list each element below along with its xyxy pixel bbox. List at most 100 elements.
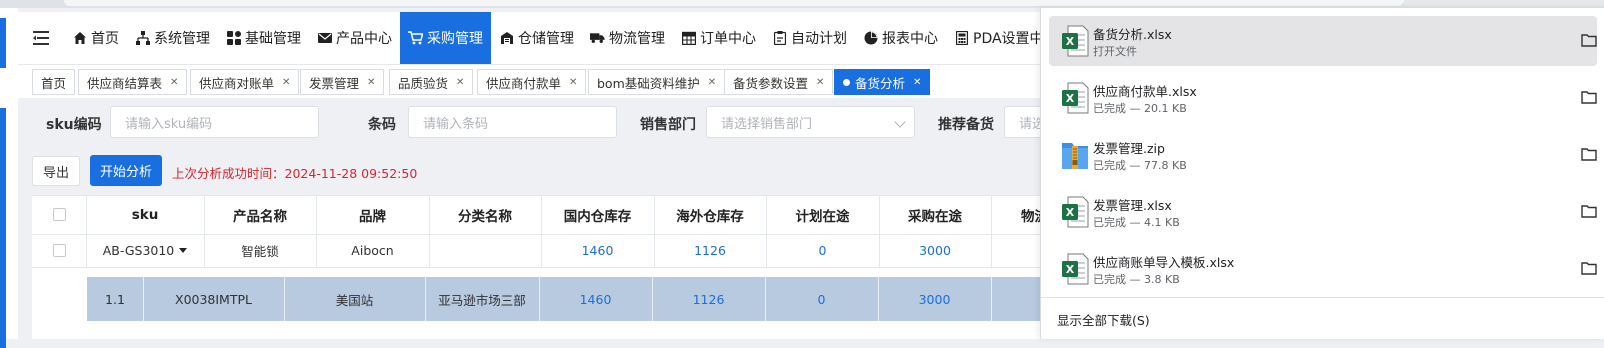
close-icon[interactable]: ✕: [456, 77, 464, 88]
download-name: 发票管理.zip: [1093, 141, 1165, 156]
nav-label: 订单中心: [700, 31, 756, 47]
close-icon[interactable]: ✕: [367, 77, 375, 88]
download-name: 发票管理.xlsx: [1093, 198, 1172, 213]
folder-icon[interactable]: [1581, 33, 1597, 47]
header-overseas-stock[interactable]: 海外仓库存: [654, 195, 766, 234]
browser-strip: [0, 0, 1604, 8]
nav-item-auto-plan[interactable]: 自动计划: [764, 12, 855, 64]
download-item[interactable]: 发票管理.zip 已完成 — 77.8 KB: [1049, 130, 1597, 180]
folder-icon[interactable]: [1581, 261, 1597, 275]
tab-supplier-payment[interactable]: 供应商付款单 ✕: [477, 69, 587, 95]
tab-stock-params[interactable]: 备货参数设置 ✕: [724, 69, 834, 95]
dept-select[interactable]: 请选择销售部门: [706, 106, 915, 138]
download-status: 打开文件: [1093, 45, 1137, 58]
svg-text:X: X: [1066, 35, 1075, 48]
tab-label: 备货分析: [855, 75, 906, 91]
tab-stock-analysis[interactable]: 备货分析 ✕: [834, 69, 931, 95]
row-planned-link[interactable]: 0: [766, 234, 879, 267]
subrow-dept: 亚马逊市场三部: [438, 292, 526, 308]
nav-label: 仓储管理: [518, 31, 574, 47]
row-category: [429, 234, 541, 267]
export-button[interactable]: 导出: [32, 156, 80, 186]
tab-supplier-settlement[interactable]: 供应商结算表 ✕: [78, 69, 188, 95]
row-overseas-stock-link[interactable]: 1126: [654, 234, 766, 267]
header-product-name[interactable]: 产品名称: [204, 195, 316, 234]
nav-item-basic[interactable]: 基础管理: [218, 12, 309, 64]
nav-label: 自动计划: [791, 31, 847, 47]
close-icon[interactable]: ✕: [708, 77, 716, 88]
header-domestic-stock[interactable]: 国内仓库存: [541, 195, 654, 234]
nav-label: 报表中心: [882, 31, 938, 47]
tab-invoice[interactable]: 发票管理 ✕: [300, 69, 385, 95]
download-status: 已完成 — 4.1 KB: [1093, 216, 1180, 229]
subrow-planned-link[interactable]: 0: [765, 277, 878, 321]
download-item[interactable]: X 发票管理.xlsx 已完成 — 4.1 KB: [1049, 187, 1597, 237]
subrow-domestic-link[interactable]: 1460: [539, 277, 652, 321]
tab-home[interactable]: 首页: [32, 69, 76, 95]
close-icon[interactable]: ✕: [282, 77, 290, 88]
row-product-name: 智能锁: [241, 244, 279, 259]
dept-placeholder: 请选择销售部门: [721, 116, 813, 132]
chevron-down-icon: [894, 116, 906, 128]
row-purchase-link[interactable]: 3000: [879, 234, 991, 267]
subrow-overseas-link[interactable]: 1126: [652, 277, 765, 321]
download-name: 备货分析.xlsx: [1093, 27, 1172, 42]
nav-item-reports[interactable]: 报表中心: [855, 12, 946, 64]
tab-quality[interactable]: 品质验货 ✕: [389, 69, 474, 95]
download-item[interactable]: X 备货分析.xlsx 打开文件: [1049, 16, 1597, 66]
row-sku[interactable]: AB-GS3010: [86, 234, 204, 267]
tab-bom[interactable]: bom基础资料维护 ✕: [588, 69, 726, 95]
mail-icon: [317, 31, 332, 46]
subrow-purchase-link[interactable]: 3000: [878, 277, 991, 321]
nav-item-home[interactable]: 首页: [64, 12, 127, 64]
tab-label: 供应商对账单: [199, 75, 275, 91]
nav-item-logistics[interactable]: 物流管理: [582, 12, 673, 64]
excel-file-icon: X: [1062, 82, 1089, 114]
tab-bar: 首页 供应商结算表 ✕ 供应商对账单 ✕ 发票管理 ✕ 品质验货 ✕ 供应商付款单 ✕ b…: [18, 64, 1068, 98]
folder-icon[interactable]: [1581, 147, 1597, 161]
header-category[interactable]: 分类名称: [429, 195, 541, 234]
download-item[interactable]: X 供应商账单导入模板.xlsx 已完成 — 3.8 KB: [1049, 244, 1597, 294]
truck-icon: [590, 31, 605, 46]
nav-item-orders[interactable]: 订单中心: [673, 12, 764, 64]
tab-supplier-statement[interactable]: 供应商对账单 ✕: [190, 69, 300, 95]
excel-file-icon: X: [1062, 196, 1089, 228]
header-planned-transit[interactable]: 计划在途: [766, 195, 879, 234]
close-icon[interactable]: ✕: [913, 77, 921, 88]
last-time-value: 2024-11-28 09:52:50: [284, 166, 418, 181]
close-icon[interactable]: ✕: [569, 77, 577, 88]
expanded-subrow: 1.1 X0038IMTPL 美国站 亚马逊市场三部 1460 1126 0 3…: [87, 277, 1068, 321]
header-brand[interactable]: 品牌: [316, 195, 429, 234]
subrow-code: X0038IMTPL: [175, 291, 252, 307]
download-item[interactable]: X 供应商付款单.xlsx 已完成 — 20.1 KB: [1049, 73, 1597, 123]
sku-input[interactable]: 请输入sku编码: [110, 106, 319, 138]
barcode-input[interactable]: 请输入条码: [408, 106, 617, 138]
close-icon[interactable]: ✕: [816, 77, 824, 88]
nav-item-purchase[interactable]: 采购管理: [400, 12, 491, 64]
tab-label: 首页: [41, 75, 67, 91]
header-purchase-transit[interactable]: 采购在途: [879, 195, 991, 234]
folder-icon[interactable]: [1581, 90, 1597, 104]
row-domestic-stock-link[interactable]: 1460: [541, 234, 654, 267]
barcode-label: 条码: [368, 117, 396, 133]
menu-toggle-icon[interactable]: [18, 12, 64, 64]
close-icon[interactable]: ✕: [170, 77, 178, 88]
nav-item-product[interactable]: 产品中心: [309, 12, 400, 64]
caret-down-icon[interactable]: [179, 248, 188, 253]
clipboard-icon: [772, 31, 787, 46]
calculator-icon: [954, 31, 969, 46]
svg-text:X: X: [1066, 263, 1075, 276]
header-sku[interactable]: sku: [86, 195, 204, 234]
divider: [1041, 297, 1604, 298]
start-analysis-button[interactable]: 开始分析: [90, 155, 162, 186]
row-checkbox[interactable]: [32, 234, 86, 267]
nav-item-warehouse[interactable]: 仓储管理: [491, 12, 582, 64]
tab-label: bom基础资料维护: [597, 75, 700, 91]
show-all-downloads-link[interactable]: 显示全部下载(S): [1057, 310, 1150, 329]
sitemap-icon: [135, 31, 150, 46]
nav-label: 首页: [91, 31, 119, 47]
nav-item-system[interactable]: 系统管理: [127, 12, 218, 64]
select-all-checkbox[interactable]: [32, 195, 86, 234]
folder-icon[interactable]: [1581, 204, 1597, 218]
nav-label: 产品中心: [336, 31, 392, 47]
